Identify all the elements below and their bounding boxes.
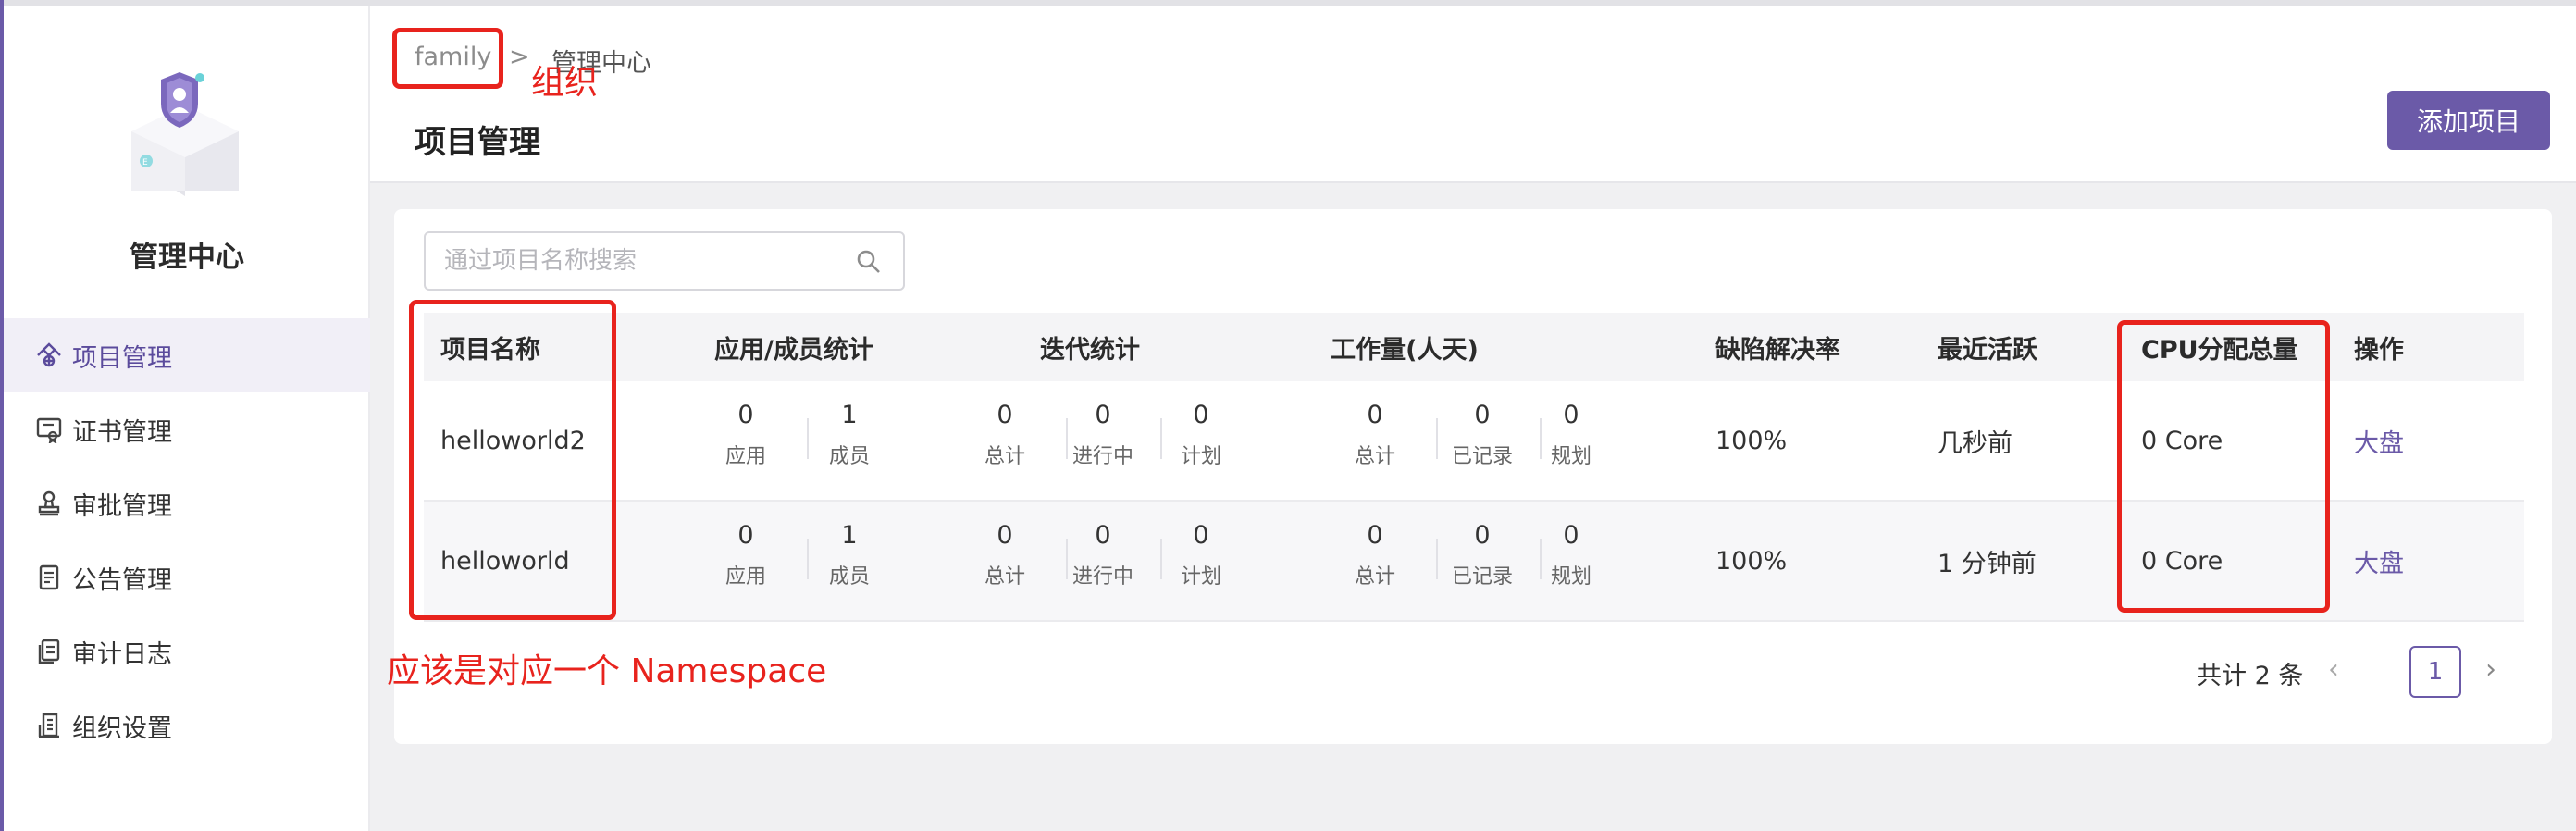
- page-header: family > 管理中心 项目管理 添加项目: [370, 6, 2576, 183]
- prev-page-button[interactable]: ‹: [2328, 653, 2339, 686]
- breadcrumb-separator: >: [509, 43, 530, 71]
- certificate-icon: [33, 414, 65, 445]
- total-count: 共计 2 条: [2197, 662, 2304, 690]
- last-active: 几秒前: [1938, 428, 2012, 458]
- annotation-box-organization: [392, 28, 503, 89]
- workload-planned: 0 规划: [1550, 401, 1591, 468]
- annotation-text-organization: 组织: [531, 64, 599, 102]
- add-project-button[interactable]: 添加项目: [2387, 91, 2550, 150]
- defect-resolution-rate: 100%: [1715, 426, 1788, 455]
- next-page-button[interactable]: ›: [2485, 653, 2496, 686]
- column-header-app-member-stats: 应用/成员统计: [714, 335, 873, 365]
- workload-recorded: 0 已记录: [1451, 521, 1513, 589]
- column-header-actions: 操作: [2354, 335, 2404, 365]
- organization-settings-icon: [33, 710, 65, 741]
- member-count: 1 成员: [828, 521, 870, 589]
- sidebar-item-organization-settings[interactable]: 组织设置: [4, 688, 370, 763]
- search-box[interactable]: [424, 231, 905, 291]
- organization-logo-icon: E: [131, 72, 239, 196]
- sidebar-item-approval-management[interactable]: 审批管理: [4, 466, 370, 540]
- approval-stamp-icon: [33, 488, 65, 519]
- app-count: 0 应用: [724, 521, 766, 589]
- iteration-running: 0 进行中: [1071, 521, 1133, 589]
- workload-recorded: 0 已记录: [1451, 401, 1513, 468]
- search-input[interactable]: [444, 242, 833, 279]
- sidebar-menu: 项目管理 证书管理 审批管理 公告管理 审计日志 组织设置: [4, 318, 370, 763]
- iteration-running: 0 进行中: [1071, 401, 1133, 468]
- app-count: 0 应用: [724, 401, 766, 468]
- svg-text:E: E: [142, 158, 148, 167]
- sidebar-item-label: 审批管理: [72, 491, 172, 521]
- column-header-last-active: 最近活跃: [1938, 335, 2037, 365]
- project-icon: [33, 340, 65, 371]
- annotation-box-cpu: [2117, 320, 2330, 613]
- iteration-total: 0 总计: [984, 521, 1025, 589]
- iteration-planned: 0 计划: [1180, 401, 1221, 468]
- last-active: 1 分钟前: [1938, 549, 2037, 578]
- column-header-iteration-stats: 迭代统计: [1040, 335, 1140, 365]
- sidebar-item-audit-log[interactable]: 审计日志: [4, 614, 370, 688]
- annotation-text-namespace: 应该是对应一个 Namespace: [387, 652, 827, 690]
- iteration-total: 0 总计: [984, 401, 1025, 468]
- sidebar-item-label: 组织设置: [72, 713, 172, 743]
- column-header-workload: 工作量(人天): [1331, 335, 1479, 365]
- workload-total: 0 总计: [1354, 401, 1395, 468]
- workload-total: 0 总计: [1354, 521, 1395, 589]
- sidebar-item-label: 审计日志: [72, 639, 172, 669]
- sidebar: E 管理中心 项目管理 证书管理 审批管理 公告管理 审计日志 组织设置: [4, 6, 370, 831]
- defect-resolution-rate: 100%: [1715, 546, 1788, 576]
- admin-center-title: 管理中心: [130, 241, 244, 274]
- sidebar-item-announcement-management[interactable]: 公告管理: [4, 540, 370, 614]
- page-title: 项目管理: [415, 124, 540, 161]
- workload-planned: 0 规划: [1550, 521, 1591, 589]
- sidebar-item-label: 项目管理: [72, 343, 172, 373]
- sidebar-item-project-management[interactable]: 项目管理: [4, 318, 370, 392]
- member-count: 1 成员: [828, 401, 870, 468]
- annotation-box-project-name: [409, 300, 616, 620]
- column-header-defect-rate: 缺陷解决率: [1715, 335, 1840, 365]
- page-number-button[interactable]: 1: [2409, 646, 2461, 698]
- audit-log-icon: [33, 636, 65, 667]
- announcement-icon: [33, 562, 65, 593]
- dashboard-link[interactable]: 大盘: [2354, 502, 2404, 620]
- sidebar-item-label: 公告管理: [72, 565, 172, 595]
- search-icon[interactable]: [855, 248, 883, 276]
- iteration-planned: 0 计划: [1180, 521, 1221, 589]
- sidebar-item-label: 证书管理: [72, 417, 172, 447]
- sidebar-item-certificate-management[interactable]: 证书管理: [4, 392, 370, 466]
- dashboard-link[interactable]: 大盘: [2354, 381, 2404, 500]
